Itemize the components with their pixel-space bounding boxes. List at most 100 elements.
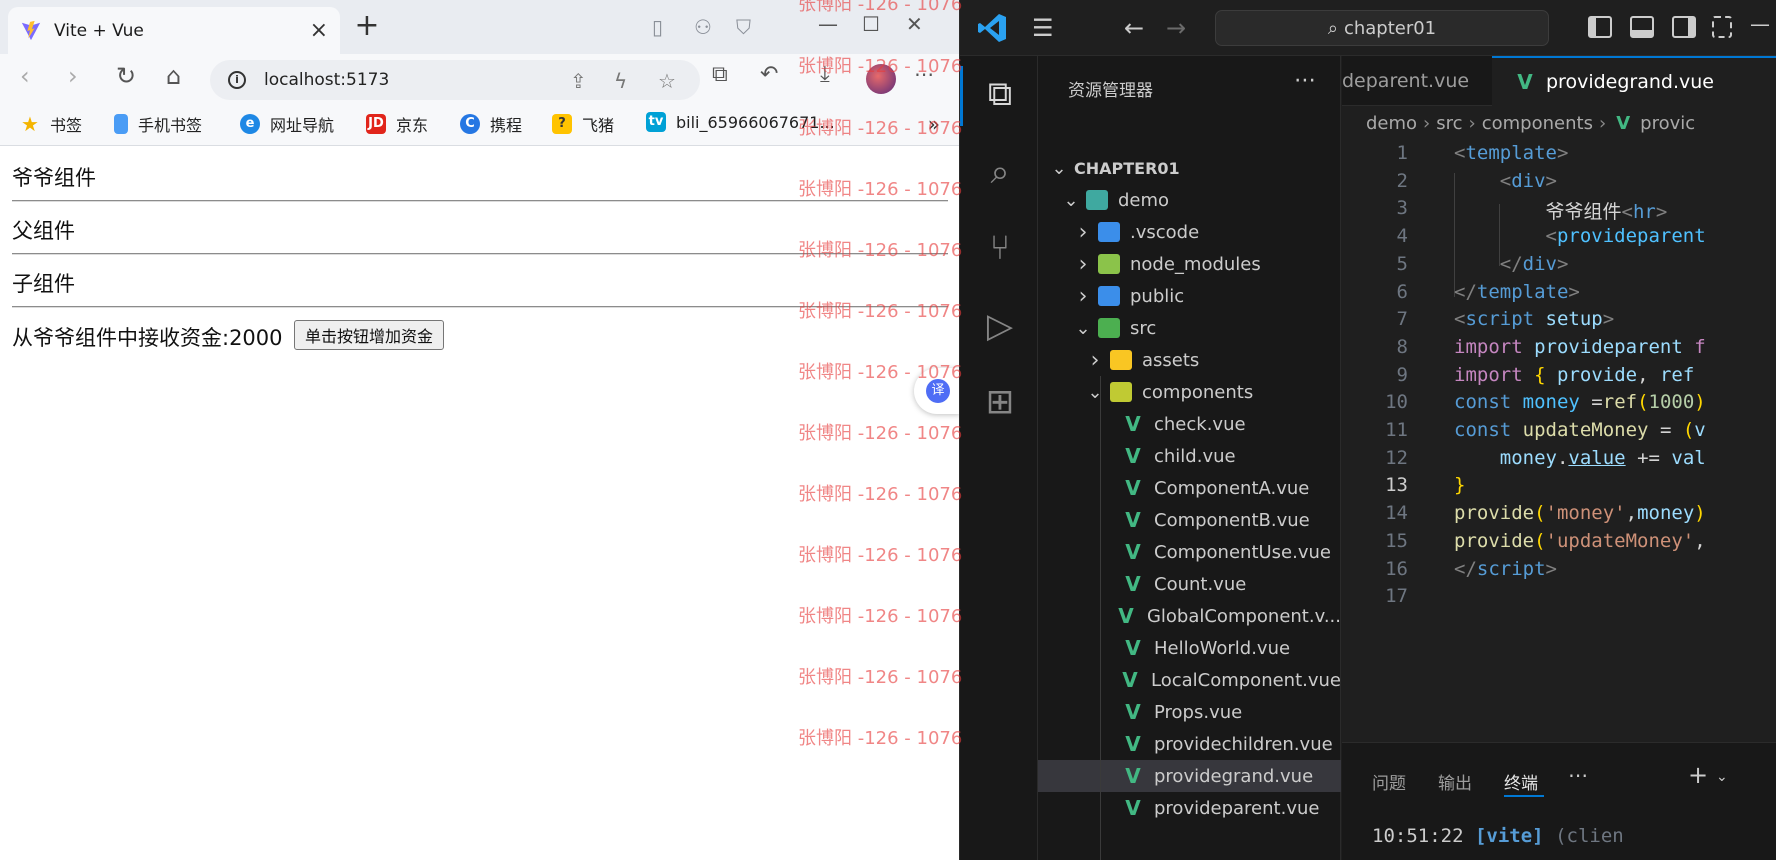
tree-item-label: GlobalComponent.v... [1146, 605, 1341, 627]
reload-icon[interactable]: ↻ [116, 64, 136, 88]
file-item[interactable]: Vprovideparent.vue [1038, 792, 1341, 824]
explorer-more-icon[interactable]: ⋯ [1294, 68, 1316, 93]
bookmarks-more-icon[interactable]: » [928, 112, 940, 136]
extensions-icon[interactable]: ⧉ [712, 64, 728, 86]
code-token: script [1465, 308, 1535, 331]
toggle-panel-icon[interactable] [1630, 16, 1654, 38]
tab-providegrand[interactable]: V providegrand.vue [1492, 56, 1776, 106]
back-icon[interactable]: ‹ [20, 64, 30, 88]
file-item[interactable]: V ComponentUse.vue [1038, 536, 1341, 568]
parent-component-label: 父组件 [12, 219, 75, 243]
new-tab-button[interactable]: + [352, 11, 382, 42]
chevron-right-icon: › [1090, 347, 1100, 373]
run-debug-icon[interactable]: ▷ [980, 306, 1020, 346]
file-item[interactable]: Vprovidegrand.vue [1038, 760, 1341, 792]
toggle-sidebar-icon[interactable] [1588, 16, 1612, 38]
vscode-titlebar: ☰ ← → ⌕ chapter01 — [960, 0, 1776, 56]
tree-item-label: ComponentUse.vue [1154, 541, 1331, 563]
file-item[interactable]: V Count.vue [1038, 568, 1341, 600]
panel-more-icon[interactable]: ⋯ [1568, 763, 1588, 787]
search-icon[interactable]: ⌕ [980, 152, 1020, 192]
incognito-icon[interactable]: ⚇ [694, 15, 712, 39]
folder-item[interactable]: ⌄ CHAPTER01 [1038, 152, 1341, 184]
extensions-icon[interactable]: ⊞ [980, 382, 1020, 422]
bookmark-item[interactable]: ★ 书签 [20, 112, 82, 136]
vue-file-icon: V [1125, 700, 1141, 724]
bookmark-item[interactable]: JD 京东 [366, 112, 428, 136]
file-item[interactable]: V ComponentA.vue [1038, 472, 1341, 504]
code-token: div [1511, 169, 1546, 192]
browser-tab[interactable]: Vite + Vue × [8, 7, 340, 54]
download-icon[interactable]: ⤓ [820, 64, 830, 86]
bookmark-item[interactable]: C 携程 [460, 112, 522, 136]
tab-deparent[interactable]: deparent.vue [1342, 56, 1469, 106]
folder-item[interactable]: ⌄ demo [1038, 184, 1341, 216]
translate-button[interactable]: 译 [914, 368, 959, 414]
panel-tab-problems[interactable]: 问题 [1372, 769, 1406, 794]
command-center-search[interactable]: ⌕ chapter01 [1215, 10, 1549, 46]
bookmark-item[interactable]: ? 飞猪 [552, 112, 614, 136]
bilibili-icon: tv [646, 112, 666, 132]
window-close-icon[interactable]: ✕ [906, 12, 923, 36]
add-money-button[interactable]: 单击按钮增加资金 [294, 320, 445, 350]
file-item[interactable]: V HelloWorld.vue [1038, 632, 1341, 664]
minimize-icon[interactable]: — [818, 12, 838, 36]
tree-item-label: demo [1118, 189, 1170, 211]
new-terminal-icon[interactable]: + [1688, 761, 1708, 789]
bolt-icon[interactable]: ϟ [614, 69, 627, 93]
bookmark-item[interactable]: tv bili_65966067671... [646, 112, 835, 132]
site-info-icon[interactable]: i [228, 71, 246, 89]
breadcrumb-item[interactable]: provic [1640, 113, 1695, 134]
chevron-down-icon[interactable]: ⌄ [1716, 769, 1728, 785]
code-text: 爷爷组件<hr> [1454, 197, 1668, 224]
close-tab-icon[interactable]: × [310, 19, 328, 42]
home-icon[interactable]: ⌂ [166, 64, 181, 88]
address-bar[interactable]: i localhost:5173 ⇪ ϟ ☆ [210, 60, 700, 100]
avatar[interactable] [866, 64, 896, 94]
breadcrumb-item[interactable]: components [1482, 113, 1593, 134]
folder-item[interactable]: › assets [1038, 344, 1341, 376]
file-item[interactable]: Vcheck.vue [1038, 408, 1341, 440]
file-item[interactable]: V Props.vue [1038, 696, 1341, 728]
code-line: 5 </div> [1342, 253, 1776, 284]
breadcrumb-item[interactable]: src [1436, 113, 1462, 134]
file-item[interactable]: V GlobalComponent.v... [1038, 600, 1341, 632]
undo-icon[interactable]: ↶ [760, 64, 778, 86]
tree-item-label: CHAPTER01 [1074, 158, 1180, 178]
toggle-secondary-sidebar-icon[interactable] [1672, 16, 1696, 38]
folder-item[interactable]: ⌄ components [1038, 376, 1341, 408]
folder-item[interactable]: › node_modules [1038, 248, 1341, 280]
folder-item[interactable]: › public [1038, 280, 1341, 312]
panel-tab-terminal[interactable]: 终端 [1504, 769, 1538, 794]
back-icon[interactable]: ← [1124, 14, 1144, 42]
minimize-icon[interactable]: — [1750, 12, 1770, 36]
bookmark-item[interactable]: 手机书签 [114, 112, 202, 136]
tab-actions-icon[interactable]: ▯ [652, 15, 663, 39]
more-menu-icon[interactable]: ⋯ [914, 64, 934, 84]
bookmark-item[interactable]: e 网址导航 [240, 112, 334, 136]
breadcrumb-item[interactable]: demo [1366, 113, 1417, 134]
forward-icon[interactable]: › [68, 64, 78, 88]
panel-tab-output[interactable]: 输出 [1438, 769, 1472, 794]
forward-icon[interactable]: → [1166, 14, 1186, 42]
file-item[interactable]: V ComponentB.vue [1038, 504, 1341, 536]
activity-bar: ⧉ ⌕ ⑂ ▷ ⊞ [960, 56, 1038, 860]
maximize-icon[interactable]: ☐ [862, 12, 880, 36]
code-token: updateMoney [1522, 419, 1649, 441]
explorer-icon[interactable]: ⧉ [980, 74, 1020, 114]
share-icon[interactable]: ⇪ [570, 69, 587, 93]
file-item[interactable]: V LocalComponent.vue [1038, 664, 1341, 696]
code-line: 1 <template> [1342, 142, 1776, 173]
extension-shirt-icon[interactable]: ⛉ [736, 15, 751, 39]
file-item[interactable]: Vchild.vue [1038, 440, 1341, 472]
star-icon[interactable]: ☆ [658, 69, 676, 93]
vscode-window: ☰ ← → ⌕ chapter01 — ⧉ ⌕ ⑂ ▷ ⊞ 资源管理器 ⋯ ⌄ C… [960, 0, 1776, 860]
folder-item[interactable]: ⌄ src [1038, 312, 1341, 344]
source-control-icon[interactable]: ⑂ [980, 228, 1020, 268]
menu-icon[interactable]: ☰ [1032, 14, 1054, 42]
code-line: 15 provide('updateMoney', [1342, 530, 1776, 561]
customize-layout-icon[interactable] [1712, 16, 1732, 38]
folder-item[interactable]: › .vscode [1038, 216, 1341, 248]
code-editor[interactable]: 1 <template> 2 <div> 3 爷爷组件<hr> 4 <providepa… [1342, 142, 1776, 742]
file-item[interactable]: Vprovidechildren.vue [1038, 728, 1341, 760]
